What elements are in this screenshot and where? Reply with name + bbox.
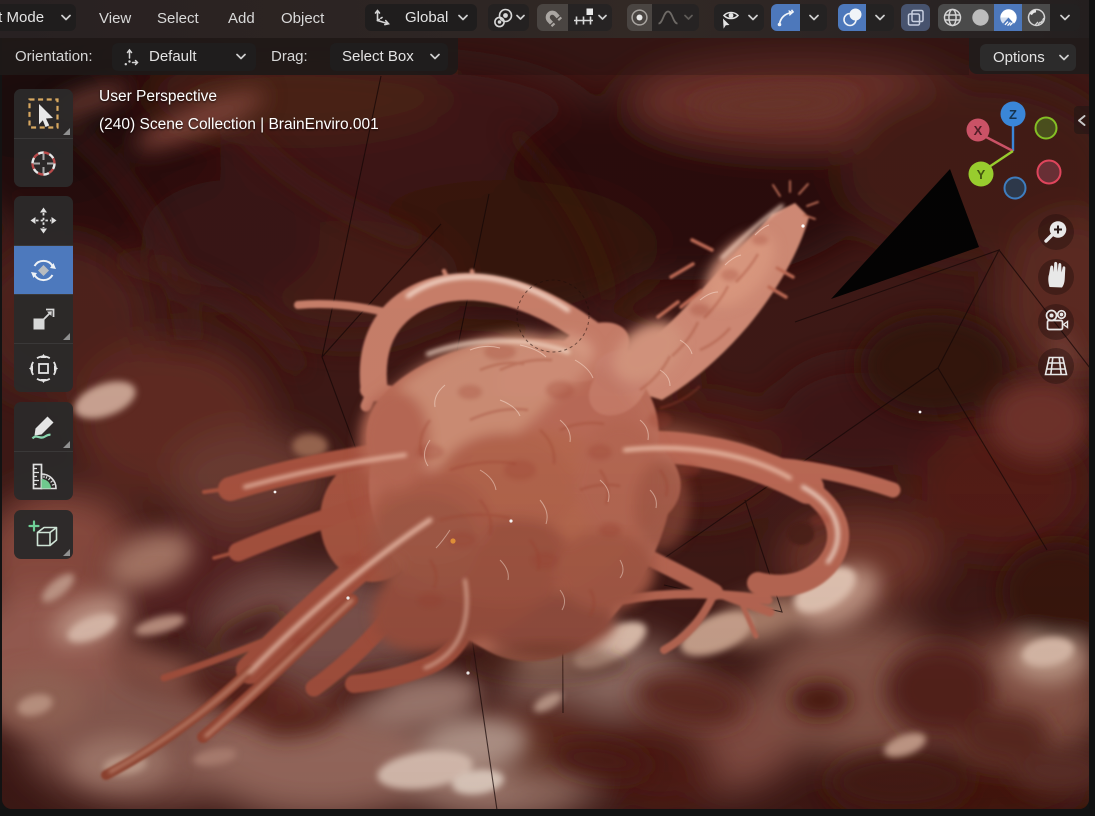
svg-text:X: X bbox=[974, 123, 983, 138]
svg-text:Y: Y bbox=[977, 167, 986, 182]
svg-text:Z: Z bbox=[1009, 107, 1017, 122]
